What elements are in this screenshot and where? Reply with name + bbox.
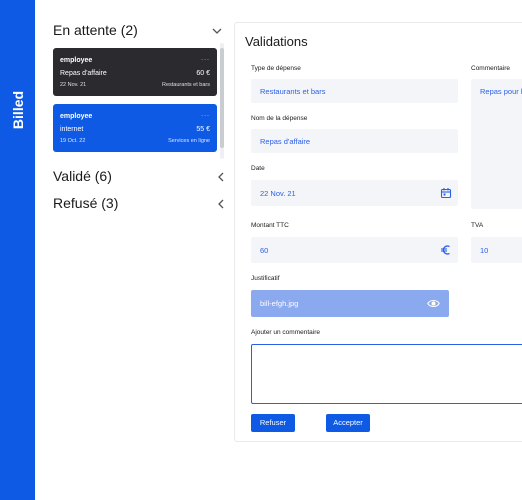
bill-date: 19 Oct. 22 [60,138,86,144]
type-field[interactable]: Restaurants et bars [251,79,458,103]
file-value: bill-efgh.jpg [260,299,299,308]
amount-field[interactable]: 60 [251,237,458,263]
bill-employee: employee [60,57,93,64]
vat-value: 10 [480,246,489,255]
file-field[interactable]: bill-efgh.jpg [251,290,449,317]
eye-icon[interactable] [427,297,440,310]
calendar-icon[interactable] [440,187,452,199]
bill-date: 22 Nov. 21 [60,82,87,88]
cards-scrollbar-thumb[interactable] [220,48,224,148]
section-refused-header[interactable]: Refusé (3) [53,195,228,215]
add-comment-textarea[interactable] [251,344,522,404]
add-comment-label: Ajouter un commentaire [251,329,321,336]
amount-value: 60 [260,246,269,255]
comment-value: Repas pour la [480,87,522,96]
comment-field[interactable]: Repas pour la [471,79,522,209]
file-label: Justificatif [251,275,280,282]
section-refused-title: Refusé (3) [53,195,119,211]
bill-employee: employee [60,113,93,120]
bill-name: Repas d'affaire [60,70,107,77]
bill-card[interactable]: employee ... internet 55 € 19 Oct. 22 Se… [53,104,217,152]
bill-amount: 60 € [196,70,210,77]
accept-button[interactable]: Accepter [326,414,370,432]
date-value: 22 Nov. 21 [260,189,296,198]
type-value: Restaurants et bars [260,87,326,96]
bill-menu-icon[interactable]: ... [201,55,210,62]
name-field[interactable]: Repas d'affaire [251,129,458,153]
brand-title: Billed [6,80,30,140]
euro-icon [440,244,452,256]
name-label: Nom de la dépense [251,115,308,122]
amount-label: Montant TTC [251,222,289,229]
comment-label: Commentaire [471,65,511,72]
name-value: Repas d'affaire [260,137,311,146]
app-root: Billed En attente (2) employee ... Repas… [0,0,522,500]
section-pending-header[interactable]: En attente (2) [53,22,228,42]
section-validated-title: Validé (6) [53,168,112,184]
vat-field[interactable]: 10 [471,237,522,263]
type-label: Type de dépense [251,65,301,72]
chevron-down-icon[interactable] [210,24,224,38]
vat-label: TVA [471,222,484,229]
bill-name: internet [60,126,84,133]
section-pending-title: En attente (2) [53,22,138,38]
bill-amount: 55 € [196,126,210,133]
bill-category: Restaurants et bars [162,82,210,88]
pending-bills-list: employee ... Repas d'affaire 60 € 22 Nov… [53,43,224,159]
validation-panel: Validations Type de dépense Restaurants … [234,22,522,442]
bills-sidebar: En attente (2) employee ... Repas d'affa… [53,0,228,500]
date-label: Date [251,165,265,172]
section-validated-header[interactable]: Validé (6) [53,168,228,188]
brand-label: Billed [10,90,26,130]
panel-title: Validations [245,34,308,49]
date-field[interactable]: 22 Nov. 21 [251,180,458,206]
chevron-left-icon[interactable] [214,170,228,184]
bill-category: Services en ligne [168,138,210,144]
refuse-button[interactable]: Refuser [251,414,295,432]
chevron-left-icon[interactable] [214,197,228,211]
cards-scrollbar[interactable] [220,43,224,159]
bill-card[interactable]: employee ... Repas d'affaire 60 € 22 Nov… [53,48,217,96]
brand-bar: Billed [0,0,35,500]
bill-menu-icon[interactable]: ... [201,111,210,118]
